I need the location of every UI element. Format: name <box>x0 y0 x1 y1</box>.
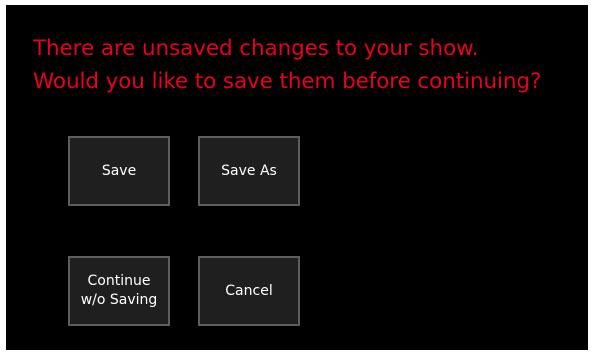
dialog-message: There are unsaved changes to your show. … <box>33 32 541 98</box>
cancel-button[interactable]: Cancel <box>198 256 300 326</box>
save-as-button[interactable]: Save As <box>198 136 300 206</box>
continue-button-label: Continue w/o Saving <box>81 272 158 310</box>
continue-button-label-line-2: w/o Saving <box>80 292 158 308</box>
dialog-message-line-1: There are unsaved changes to your show. <box>33 36 479 61</box>
save-as-button-label: Save As <box>221 162 277 179</box>
save-button-label: Save <box>101 162 137 179</box>
save-button[interactable]: Save <box>68 136 170 206</box>
cancel-button-label: Cancel <box>225 282 273 299</box>
continue-without-saving-button[interactable]: Continue w/o Saving <box>68 256 170 326</box>
dialog-message-line-2: Would you like to save them before conti… <box>33 69 542 94</box>
continue-button-label-line-1: Continue <box>87 273 151 289</box>
